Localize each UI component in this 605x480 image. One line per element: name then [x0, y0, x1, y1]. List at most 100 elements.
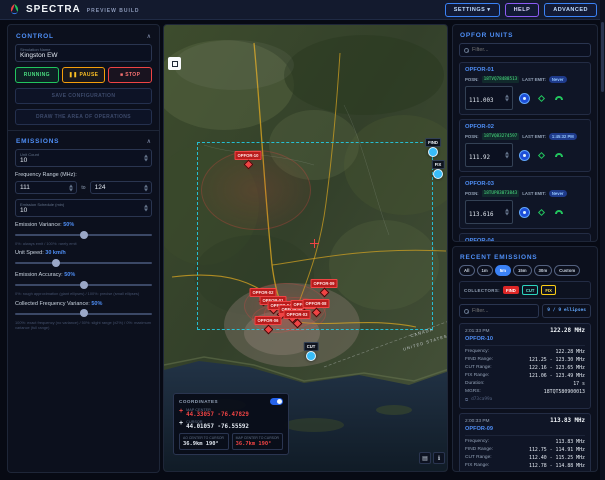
locate-unit-button[interactable]: [519, 92, 530, 104]
emissions-filter-input[interactable]: [472, 308, 535, 314]
time-filter-30m[interactable]: 30m: [533, 265, 553, 276]
frequency-max-value: 124: [94, 184, 106, 191]
posn-label: POSN:: [465, 134, 479, 139]
opfor-unit-card[interactable]: OPFOR-02 POSN: 18TVQ83274597 LAST EMIT: …: [459, 119, 591, 172]
stepper-icons[interactable]: [69, 184, 74, 191]
opfor-unit-name: OPFOR-03: [465, 181, 494, 187]
opfor-filter-box[interactable]: [459, 43, 591, 57]
emission-schedule-field[interactable]: Emission Schedule (min) 10: [15, 199, 152, 217]
locate-unit-button[interactable]: [519, 149, 530, 161]
chevron-up-icon[interactable]: ∧: [147, 33, 151, 40]
opfor-unit-card[interactable]: OPFOR-01 POSN: 18TVQ78488513 LAST EMIT: …: [459, 62, 591, 115]
simulation-name-field[interactable]: Simulation Name Kingston EW: [15, 44, 152, 62]
slider-thumb[interactable]: [79, 309, 88, 318]
row-value: 121.06 - 123.49 MHz: [529, 373, 585, 379]
row-value: 18TQT580900013: [543, 389, 585, 395]
show-unit-marker-button[interactable]: [536, 207, 547, 218]
collector-badge-cut[interactable]: CUT: [521, 285, 539, 295]
time-filter-all[interactable]: All: [459, 265, 475, 276]
scrollbar-thumb[interactable]: [601, 22, 604, 92]
unit-count-field[interactable]: Unit Count 10: [15, 149, 152, 167]
dome-icon: [554, 95, 563, 101]
stepper-icons[interactable]: [144, 154, 148, 162]
last-emit-badge: Never: [548, 76, 567, 83]
frequency-max-field[interactable]: 124: [89, 181, 153, 194]
stop-button[interactable]: ■ STOP: [108, 67, 153, 83]
pause-button[interactable]: ❚❚ PAUSE: [61, 67, 106, 83]
map-info-button[interactable]: ℹ: [433, 452, 445, 464]
emission-unit-name: OPFOR-10: [465, 336, 585, 346]
show-unit-marker-button[interactable]: [536, 150, 547, 161]
stepper-icons[interactable]: [505, 151, 509, 159]
stepper-icons[interactable]: [144, 184, 149, 191]
collector-badge-fix[interactable]: FIX: [541, 285, 556, 295]
app-name: SPECTRA: [26, 4, 81, 15]
emissions-filter-box[interactable]: [459, 304, 540, 318]
chevron-up-icon[interactable]: ∧: [147, 138, 151, 145]
unit-speed-slider[interactable]: [15, 258, 152, 268]
map-canvas[interactable]: OPFOR-10 OPFOR-09 OPFOR-02 OPFOR-01 OPFO…: [163, 24, 448, 472]
slider-thumb[interactable]: [52, 258, 61, 267]
last-emit-label: LAST EMIT:: [522, 77, 546, 82]
time-filter-5m[interactable]: 5m: [494, 265, 511, 276]
opfor-filter-input[interactable]: [472, 47, 586, 53]
unit-frequency-value: 111.003: [469, 98, 494, 104]
unit-frequency-field[interactable]: 111.92: [465, 143, 513, 167]
emission-unit-name: OPFOR-09: [465, 426, 585, 436]
cursor-value: 44.01057 -76.55592: [186, 424, 249, 430]
advanced-button[interactable]: ADVANCED: [544, 2, 597, 17]
collector-badge-find[interactable]: FIND: [503, 286, 519, 294]
target-icon: [523, 153, 526, 157]
ao-center-to-cursor-label: AO CENTER TO CURSOR: [183, 436, 224, 440]
opfor-unit-card[interactable]: OPFOR-03 POSN: 18TUP83073843 LAST EMIT: …: [459, 176, 591, 229]
emission-dome-button[interactable]: [553, 207, 564, 218]
opfor-unit-card[interactable]: OPFOR-04 POSN: 18TUP76224883 LAST EMIT: …: [459, 233, 591, 241]
top-bar: SPECTRA PREVIEW BUILD SETTINGS ▾ HELP AD…: [0, 0, 605, 20]
unit-frequency-field[interactable]: 113.616: [465, 200, 513, 224]
time-filter-custom[interactable]: Custom: [554, 265, 581, 276]
map-layers-button[interactable]: ▤: [419, 452, 431, 464]
help-button[interactable]: HELP: [504, 2, 540, 17]
copy-icon[interactable]: ⧉: [465, 397, 468, 402]
time-filter-1m[interactable]: 1m: [476, 265, 493, 276]
opfor-unit-name: OPFOR-01: [465, 67, 494, 73]
frequency-min-field[interactable]: 111: [15, 181, 78, 194]
row-label: MGRS:: [465, 389, 481, 394]
ellipse-count: 9 / 9 ellipses: [542, 304, 591, 318]
collected-frequency-variance-slider[interactable]: [15, 309, 152, 319]
target-icon: [523, 210, 526, 214]
coordinates-toggle[interactable]: [270, 398, 283, 405]
locate-unit-button[interactable]: [519, 206, 530, 218]
unit-count-value: 10: [20, 157, 28, 164]
running-button[interactable]: RUNNING: [15, 67, 59, 83]
diamond-icon: [537, 208, 546, 216]
save-configuration-button[interactable]: SAVE CONFIGURATION: [15, 88, 152, 104]
draw-ao-button[interactable]: DRAW THE AREA OF OPERATIONS: [15, 109, 152, 125]
emission-dome-button[interactable]: [553, 150, 564, 161]
emission-entry[interactable]: 2:01:33 PM 122.28 MHz OPFOR-10 Frequency…: [459, 323, 591, 409]
emission-entry[interactable]: 2:00:33 PM 113.83 MHz OPFOR-09 Frequency…: [459, 413, 591, 471]
time-filter-15m[interactable]: 15m: [512, 265, 532, 276]
emission-accuracy-hint: 0%: rough approximation (giant ellipses)…: [15, 291, 140, 297]
show-unit-marker-button[interactable]: [536, 93, 547, 104]
slider-thumb[interactable]: [79, 230, 88, 239]
settings-button[interactable]: SETTINGS ▾: [444, 2, 500, 17]
row-label: Duration:: [465, 381, 485, 386]
emission-accuracy-slider[interactable]: [15, 280, 152, 290]
layers-icon: ▤: [422, 455, 428, 462]
stepper-icons[interactable]: [505, 208, 509, 216]
unit-frequency-field[interactable]: 111.003: [465, 86, 513, 110]
stepper-icons[interactable]: [144, 204, 148, 212]
row-label: Frequency:: [465, 349, 489, 354]
emission-variance-label: Emission Variance: 50%: [15, 222, 75, 228]
collected-frequency-variance-label: Collected Frequency Variance: 50%: [15, 300, 103, 307]
row-value: 113.83 MHz: [555, 439, 585, 445]
posn-value: 18TVQ78488513: [481, 76, 520, 83]
emission-variance-slider[interactable]: [15, 230, 152, 240]
stepper-icons[interactable]: [505, 94, 509, 102]
slider-thumb[interactable]: [79, 280, 88, 289]
collector-label: FIND: [425, 138, 441, 147]
map-draw-tool-button[interactable]: [168, 57, 181, 70]
emission-dome-button[interactable]: [553, 93, 564, 104]
page-scrollbar[interactable]: [600, 0, 605, 480]
